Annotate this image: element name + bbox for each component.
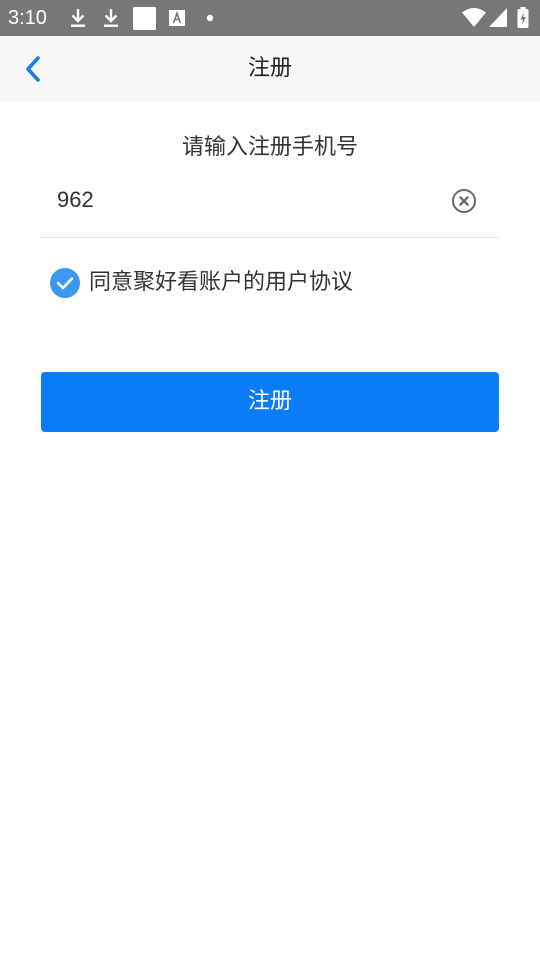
battery-charging-icon (517, 7, 529, 28)
agreement-label: 同意聚好看账户的用户协议 (89, 270, 354, 295)
download-icon (71, 9, 85, 27)
download-icon (104, 9, 118, 27)
status-bar: 3:10 (0, 0, 540, 36)
phone-field-row (41, 180, 499, 238)
square-notification-icon (133, 7, 156, 30)
phone-prompt: 请输入注册手机号 (181, 135, 358, 160)
agreement-checkbox-row[interactable]: 同意聚好看账户的用户协议 (50, 267, 353, 299)
font-notification-icon (169, 10, 185, 26)
status-time: 3:10 (8, 7, 47, 29)
wifi-icon (462, 8, 486, 27)
signal-icon (489, 8, 507, 27)
dot-icon (206, 14, 214, 22)
register-button[interactable]: 注册 (41, 372, 499, 432)
checkmark-icon (56, 277, 74, 290)
app-bar: 注册 (0, 36, 540, 102)
clear-circle-icon[interactable] (450, 187, 478, 215)
agreement-checkbox[interactable] (50, 268, 80, 298)
page-title: 注册 (247, 56, 292, 81)
phone-input[interactable] (41, 180, 441, 220)
